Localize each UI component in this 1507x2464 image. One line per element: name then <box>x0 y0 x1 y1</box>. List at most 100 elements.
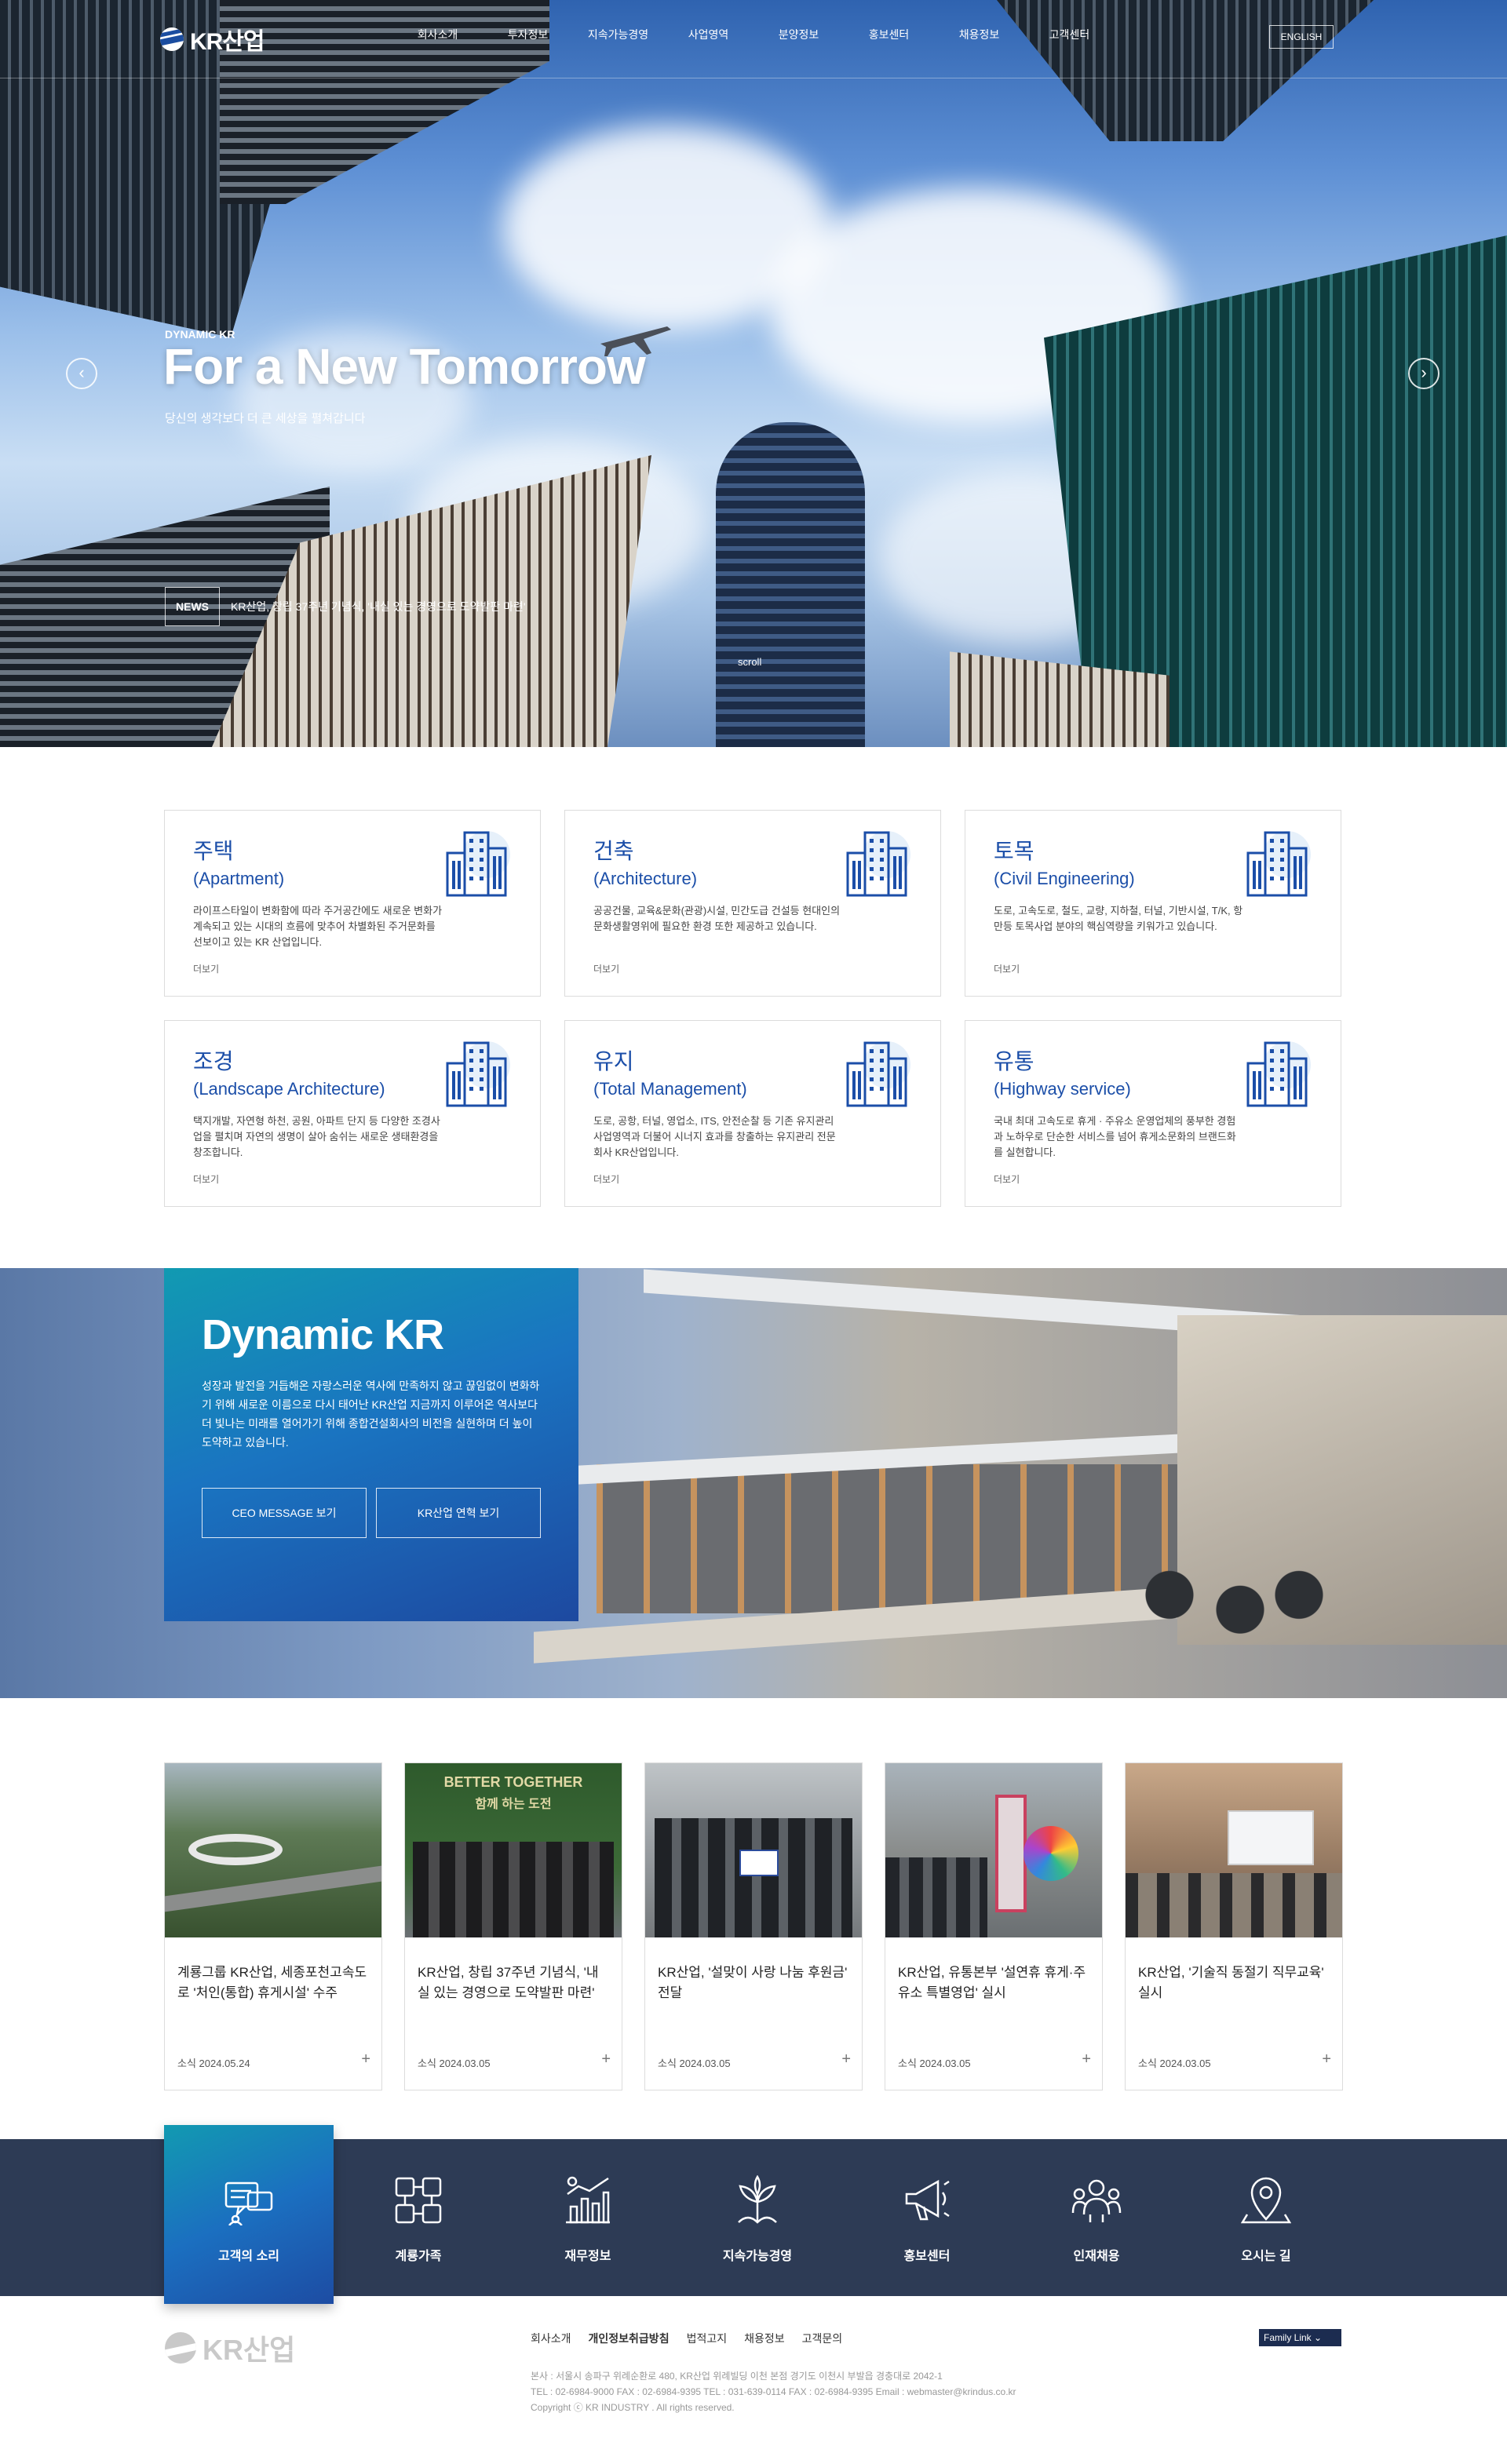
quick-item-label: 인재채용 <box>1073 2250 1120 2263</box>
news-title: KR산업, 창립 37주년 기념식, '내실 있는 경영으로 도약발판 마련' <box>418 1965 599 2000</box>
nav-item-investment[interactable]: 투자정보 <box>483 27 573 42</box>
quick-item-label: 홍보센터 <box>903 2250 951 2263</box>
business-card-highway-service[interactable]: 유통 (Highway service) 국내 최대 고속도로 휴게 · 주유소… <box>965 1020 1341 1207</box>
footer-logo[interactable]: KR산업 <box>165 2327 295 2368</box>
building-icon <box>1246 1041 1311 1107</box>
more-link[interactable]: 더보기 <box>593 962 619 975</box>
hero-title: For a New Tomorrow <box>163 338 646 395</box>
family-companies-icon <box>395 2177 442 2224</box>
main-nav: 회사소개 투자정보 지속가능경영 사업영역 분양정보 홍보센터 채용정보 고객센… <box>392 27 1115 42</box>
news-thumbnail <box>1126 1763 1342 1937</box>
footer-links: 회사소개 개인정보취급방침 법적고지 채용정보 고객문의 <box>531 2331 842 2346</box>
recruit-people-icon <box>1071 2179 1122 2222</box>
more-link[interactable]: 더보기 <box>193 962 219 975</box>
business-card-management[interactable]: 유지 (Total Management) 도로, 공항, 터널, 영업소, I… <box>564 1020 941 1207</box>
plus-icon[interactable]: + <box>601 2050 611 2069</box>
customer-voice-icon <box>224 2182 273 2226</box>
slider-prev-button[interactable]: ‹ <box>66 358 97 389</box>
quick-item-financial[interactable]: 재무정보 <box>503 2139 673 2296</box>
footer-link-company[interactable]: 회사소개 <box>531 2331 571 2346</box>
site-logo[interactable]: KR산업 <box>160 24 265 55</box>
nav-item-sustainability[interactable]: 지속가능경영 <box>573 27 663 42</box>
news-date: 소식 2024.03.05 <box>1138 2058 1211 2069</box>
news-date: 소식 2024.03.05 <box>898 2058 971 2069</box>
news-card[interactable]: KR산업, 유통본부 '설연휴 휴게·주유소 특별영업' 실시 소식 2024.… <box>885 1762 1103 2090</box>
news-thumbnail <box>165 1763 381 1937</box>
building-icon <box>446 831 510 897</box>
footer-link-privacy[interactable]: 개인정보취급방침 <box>589 2331 670 2346</box>
business-card-apartment[interactable]: 주택 (Apartment) 라이프스타일이 변화함에 따라 주거공간에도 새로… <box>164 810 541 997</box>
business-card-architecture[interactable]: 건축 (Architecture) 공공건물, 교육&문화(관광)시설, 민간도… <box>564 810 941 997</box>
chevron-left-icon: ‹ <box>78 363 85 382</box>
footer-link-recruit[interactable]: 채용정보 <box>744 2331 785 2346</box>
more-link[interactable]: 더보기 <box>193 1172 219 1186</box>
dynamic-buttons: CEO MESSAGE 보기 KR산업 연혁 보기 <box>202 1488 541 1538</box>
card-desc: 국내 최대 고속도로 휴게 · 주유소 운영업체의 풍부한 경험과 노하우로 단… <box>994 1115 1236 1158</box>
site-header: KR산업 회사소개 투자정보 지속가능경영 사업영역 분양정보 홍보센터 채용정… <box>0 0 1507 78</box>
family-link-label: Family Link <box>1264 2332 1312 2343</box>
quick-item-family[interactable]: 계룡가족 <box>334 2139 503 2296</box>
dynamic-kr-section: Dynamic KR 성장과 발전을 거듭해온 자랑스러운 역사에 만족하지 않… <box>0 1268 1507 1698</box>
card-desc: 라이프스타일이 변화함에 따라 주거공간에도 새로운 변화가 계속되고 있는 시… <box>193 905 443 948</box>
quick-item-recruit[interactable]: 인재채용 <box>1012 2139 1181 2296</box>
news-thumbnail <box>885 1763 1102 1937</box>
nav-item-company[interactable]: 회사소개 <box>392 27 483 42</box>
nav-item-recruit[interactable]: 채용정보 <box>934 27 1024 42</box>
nav-item-customer[interactable]: 고객센터 <box>1024 27 1115 42</box>
dynamic-title: Dynamic KR <box>202 1311 444 1358</box>
news-title: 계룡그룹 KR산업, 세종포천고속도로 '처인(통합) 휴게시설' 수주 <box>177 1965 367 2000</box>
footer-copyright: Copyright ⓒ KR INDUSTRY . All rights res… <box>531 2402 735 2413</box>
news-card[interactable]: KR산업, '기술직 동절기 직무교육' 실시 소식 2024.03.05 + <box>1125 1762 1343 2090</box>
news-card[interactable]: BETTER TOGETHER 함께 하는 도전 KR산업, 창립 37주년 기… <box>404 1762 622 2090</box>
hero-news-ticker[interactable]: NEWS KR산업, 창립 37주년 기념식, '내실 있는 경영으로 도약발판… <box>165 587 526 626</box>
nav-item-pr[interactable]: 홍보센터 <box>844 27 934 42</box>
nav-item-sales[interactable]: 분양정보 <box>754 27 844 42</box>
footer-logo-text: KR산업 <box>203 2334 296 2366</box>
family-link-select[interactable]: Family Link ⌄ <box>1259 2329 1341 2346</box>
quick-item-customer-voice[interactable]: 고객의 소리 <box>164 2128 334 2285</box>
quick-item-label: 계룡가족 <box>395 2250 442 2263</box>
plus-icon[interactable]: + <box>1322 2050 1331 2069</box>
footer-address-line: 본사 : 서울시 송파구 위례순환로 480, KR산업 위례빌딩 이천 본점 … <box>531 2371 943 2382</box>
business-card-landscape[interactable]: 조경 (Landscape Architecture) 택지개발, 자연형 하천… <box>164 1020 541 1207</box>
plus-icon[interactable]: + <box>361 2050 370 2069</box>
card-desc: 도로, 고속도로, 철도, 교량, 지하철, 터널, 기반시설, T/K, 항만… <box>994 905 1243 932</box>
photo-banner-subtext: 함께 하는 도전 <box>475 1798 552 1811</box>
photo-banner-text: BETTER TOGETHER <box>443 1774 583 1790</box>
quick-item-sustainability[interactable]: 지속가능경영 <box>673 2139 842 2296</box>
news-headline[interactable]: KR산업, 창립 37주년 기념식, '내실 있는 경영으로 도약발판 마련' <box>231 599 526 614</box>
slider-next-button[interactable]: › <box>1408 358 1439 389</box>
business-areas: 주택 (Apartment) 라이프스타일이 변화함에 따라 주거공간에도 새로… <box>164 810 1343 1207</box>
quick-item-label: 고객의 소리 <box>217 2250 280 2263</box>
more-link[interactable]: 더보기 <box>593 1172 619 1186</box>
quick-item-label: 지속가능경영 <box>722 2250 793 2263</box>
plus-icon[interactable]: + <box>841 2050 851 2069</box>
history-button[interactable]: KR산업 연혁 보기 <box>376 1488 541 1538</box>
chevron-right-icon: › <box>1421 363 1427 382</box>
more-link[interactable]: 더보기 <box>994 962 1020 975</box>
ceo-message-button[interactable]: CEO MESSAGE 보기 <box>202 1488 367 1538</box>
quick-item-label: 오시는 길 <box>1241 2250 1291 2263</box>
news-title: KR산업, 유통본부 '설연휴 휴게·주유소 특별영업' 실시 <box>898 1965 1086 2000</box>
news-title: KR산업, '설맞이 사랑 나눔 후원금' 전달 <box>658 1965 848 2000</box>
business-card-civil[interactable]: 토목 (Civil Engineering) 도로, 고속도로, 철도, 교량,… <box>965 810 1341 997</box>
scroll-indicator[interactable]: scroll <box>738 656 761 668</box>
news-card[interactable]: 계룡그룹 KR산업, 세종포천고속도로 '처인(통합) 휴게시설' 수주 소식 … <box>164 1762 382 2090</box>
financial-chart-icon <box>566 2176 610 2224</box>
footer-link-legal[interactable]: 법적고지 <box>687 2331 728 2346</box>
english-button[interactable]: ENGLISH <box>1269 25 1334 49</box>
news-thumbnail: BETTER TOGETHER 함께 하는 도전 <box>405 1763 622 1937</box>
more-link[interactable]: 더보기 <box>994 1172 1020 1186</box>
news-date: 소식 2024.03.05 <box>658 2058 731 2069</box>
footer-address: 본사 : 서울시 송파구 위례순환로 480, KR산업 위례빌딩 이천 본점 … <box>531 2368 1016 2415</box>
quick-item-pr-center[interactable]: 홍보센터 <box>842 2139 1012 2296</box>
nav-item-business[interactable]: 사업영역 <box>663 27 754 42</box>
news-card[interactable]: KR산업, '설맞이 사랑 나눔 후원금' 전달 소식 2024.03.05 + <box>644 1762 863 2090</box>
plus-icon[interactable]: + <box>1082 2050 1091 2069</box>
card-desc: 도로, 공항, 터널, 영업소, ITS, 안전순찰 등 기존 유지관리 사업영… <box>593 1115 836 1158</box>
footer-link-inquiry[interactable]: 고객문의 <box>802 2331 843 2346</box>
megaphone-icon <box>905 2179 950 2221</box>
quick-item-location[interactable]: 오시는 길 <box>1181 2139 1351 2296</box>
dynamic-desc: 성장과 발전을 거듭해온 자랑스러운 역사에 만족하지 않고 끊임없이 변화하기… <box>202 1380 540 1449</box>
news-tag: NEWS <box>165 587 220 626</box>
